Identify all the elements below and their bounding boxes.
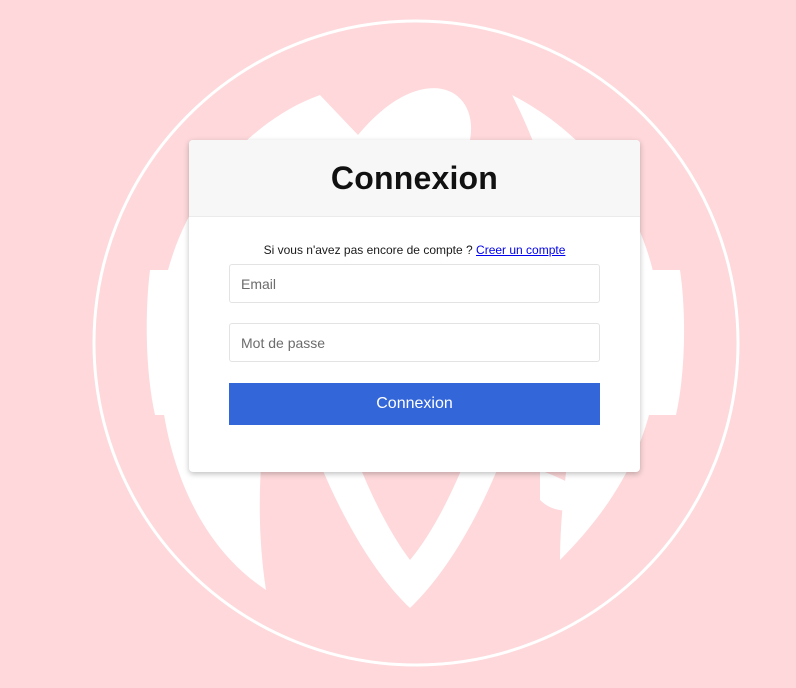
- login-card-header: Connexion: [189, 140, 640, 217]
- password-input[interactable]: [229, 323, 600, 362]
- register-prompt-text: Si vous n'avez pas encore de compte ?: [263, 243, 473, 257]
- email-input[interactable]: [229, 264, 600, 303]
- login-title: Connexion: [330, 159, 499, 196]
- login-card: Connexion Si vous n'avez pas encore de c…: [189, 140, 640, 472]
- create-account-link[interactable]: Creer un compte: [476, 243, 565, 257]
- login-form: Si vous n'avez pas encore de compte ? Cr…: [189, 217, 640, 425]
- register-prompt-line: Si vous n'avez pas encore de compte ? Cr…: [229, 242, 600, 258]
- login-submit-button[interactable]: Connexion: [229, 383, 600, 425]
